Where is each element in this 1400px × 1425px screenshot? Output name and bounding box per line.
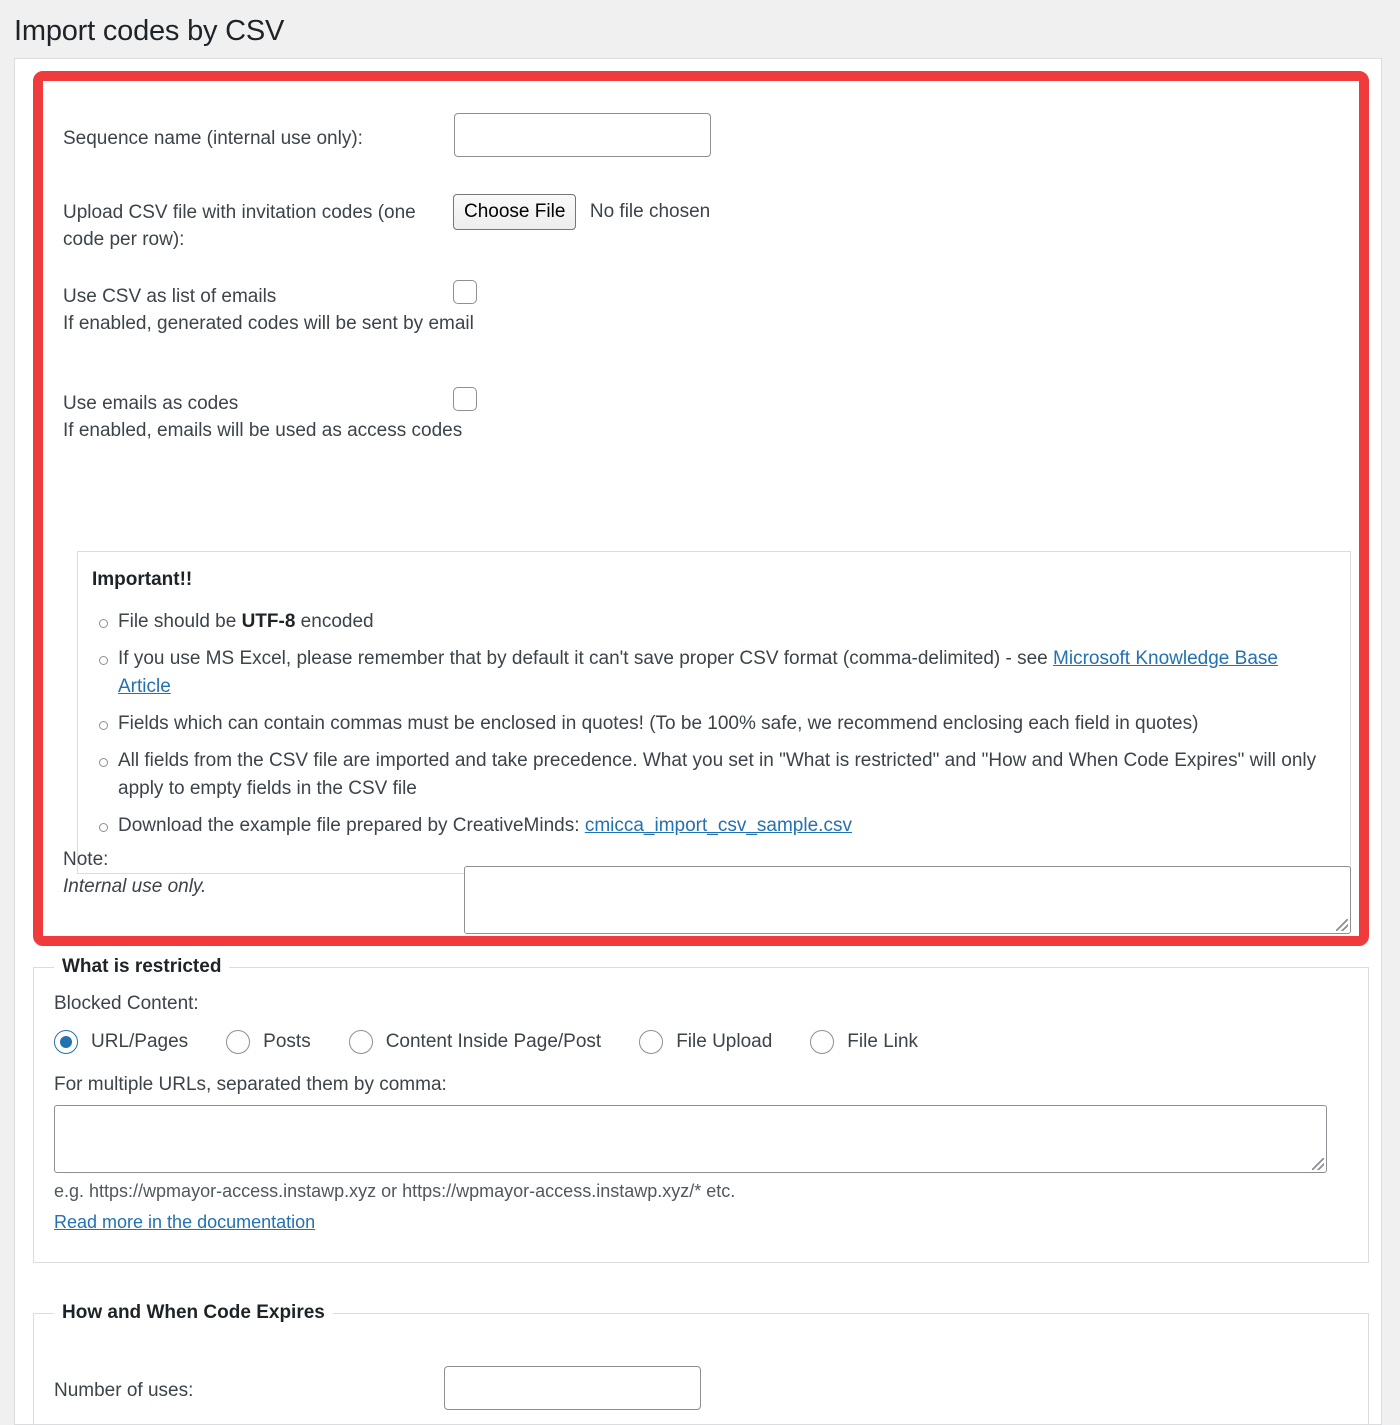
use-emails-as-codes-checkbox[interactable]	[453, 387, 477, 411]
radio-option-posts[interactable]: Posts	[226, 1030, 311, 1054]
what-is-restricted-legend: What is restricted	[62, 956, 222, 977]
important-note-item: Fields which can contain commas must be …	[99, 710, 1332, 738]
radio-icon[interactable]	[226, 1030, 251, 1054]
resize-handle-icon[interactable]	[1312, 1158, 1324, 1170]
important-note-item: If you use MS Excel, please remember tha…	[99, 645, 1332, 701]
important-title: Important!!	[92, 569, 193, 590]
page-root: Import codes by CSV Sequence name (inter…	[0, 0, 1400, 1425]
note1-bold: UTF-8	[241, 611, 296, 632]
code-expires-legend: How and When Code Expires	[62, 1302, 325, 1323]
important-note-item: All fields from the CSV file are importe…	[99, 747, 1332, 803]
radio-option-content-inside-page-post[interactable]: Content Inside Page/Post	[348, 1030, 602, 1054]
radio-icon[interactable]	[348, 1030, 373, 1054]
note-row: Note: Internal use only.	[63, 846, 206, 900]
radio-option-file-link[interactable]: File Link	[810, 1030, 918, 1054]
note-textarea[interactable]	[464, 866, 1351, 934]
note1-pre: File should be	[118, 611, 242, 632]
radio-icon[interactable]	[810, 1030, 835, 1054]
upload-csv-label: Upload CSV file with invitation codes (o…	[63, 202, 416, 250]
radio-icon[interactable]	[54, 1030, 78, 1054]
use-emails-as-codes-row: Use emails as codes If enabled, emails w…	[63, 390, 462, 444]
use-csv-as-emails-checkbox[interactable]	[453, 280, 477, 304]
note5-pre: Download the example file prepared by Cr…	[118, 815, 585, 836]
radio-option-file-upload[interactable]: File Upload	[639, 1030, 772, 1054]
sequence-name-row: Sequence name (internal use only):	[63, 125, 363, 152]
file-chosen-status: No file chosen	[589, 201, 711, 222]
important-note-item: File should be UTF-8 encoded	[99, 608, 1332, 636]
upload-csv-row: Upload CSV file with invitation codes (o…	[63, 199, 453, 253]
file-input-group[interactable]: Choose File No file chosen	[453, 194, 710, 230]
blocked-content-label: Blocked Content:	[54, 993, 199, 1014]
csv-import-highlight-box: Sequence name (internal use only): Uploa…	[33, 71, 1369, 946]
radio-label: Content Inside Page/Post	[385, 1031, 602, 1052]
settings-panel: Sequence name (internal use only): Uploa…	[14, 58, 1382, 1425]
code-expires-fieldset: How and When Code Expires Number of uses…	[33, 1302, 1369, 1425]
radio-label: File Link	[847, 1031, 919, 1052]
radio-label: File Upload	[676, 1031, 773, 1052]
what-is-restricted-fieldset: What is restricted Blocked Content: URL/…	[33, 956, 1369, 1263]
note-textarea-wrap	[464, 866, 1351, 934]
multiple-urls-textarea[interactable]	[54, 1105, 1327, 1173]
documentation-link[interactable]: Read more in the documentation	[54, 1212, 315, 1233]
important-notes-box: Important!! File should be UTF-8 encoded…	[77, 551, 1351, 874]
number-of-uses-input[interactable]	[444, 1366, 701, 1410]
number-of-uses-label: Number of uses:	[54, 1380, 194, 1401]
radio-label: URL/Pages	[91, 1031, 189, 1052]
important-note-item: Download the example file prepared by Cr…	[99, 812, 1332, 840]
important-notes-list: File should be UTF-8 encoded If you use …	[92, 608, 1332, 849]
sequence-name-input[interactable]	[454, 113, 711, 157]
sample-csv-link[interactable]: cmicca_import_csv_sample.csv	[585, 815, 852, 836]
use-emails-as-codes-help: If enabled, emails will be used as acces…	[63, 420, 463, 441]
radio-icon[interactable]	[639, 1030, 664, 1054]
multiple-urls-label: For multiple URLs, separated them by com…	[54, 1074, 447, 1095]
radio-option-url-pages[interactable]: URL/Pages	[54, 1030, 188, 1054]
sequence-name-label: Sequence name (internal use only):	[63, 128, 363, 149]
resize-handle-icon[interactable]	[1336, 919, 1348, 931]
use-csv-as-emails-help: If enabled, generated codes will be sent…	[63, 313, 474, 334]
note-sub-label: Internal use only.	[63, 876, 207, 897]
blocked-content-radio-group: URL/Pages Posts Content Inside Page/Post…	[54, 1030, 956, 1054]
multiple-urls-hint: e.g. https://wpmayor-access.instawp.xyz …	[54, 1181, 736, 1201]
note-label: Note:	[63, 849, 109, 870]
use-csv-as-emails-row: Use CSV as list of emails If enabled, ge…	[63, 283, 474, 337]
page-title: Import codes by CSV	[14, 15, 285, 47]
note1-post: encoded	[295, 611, 374, 632]
choose-file-button[interactable]: Choose File	[453, 194, 577, 230]
use-emails-as-codes-label: Use emails as codes	[63, 393, 239, 414]
use-csv-as-emails-label: Use CSV as list of emails	[63, 286, 277, 307]
note2-pre: If you use MS Excel, please remember tha…	[118, 648, 1054, 669]
radio-label: Posts	[263, 1031, 311, 1052]
